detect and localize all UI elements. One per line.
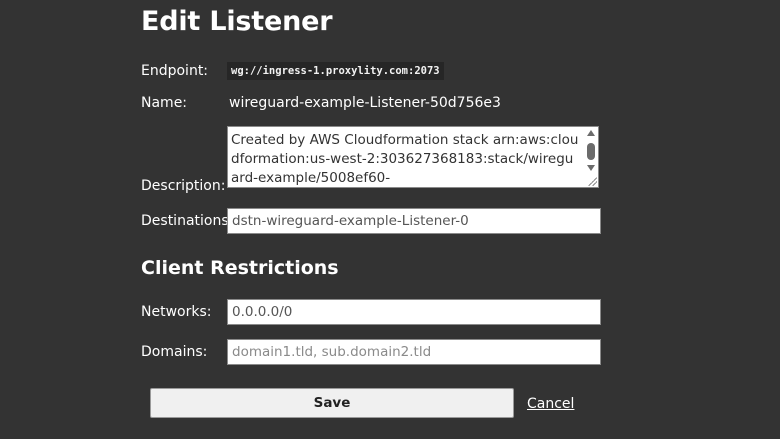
save-button[interactable]: Save <box>150 388 514 418</box>
client-restrictions-heading: Client Restrictions <box>141 257 339 279</box>
scroll-down-arrow-icon[interactable] <box>587 165 595 171</box>
networks-input[interactable] <box>227 299 601 325</box>
domains-input[interactable] <box>227 339 601 365</box>
scroll-up-arrow-icon[interactable] <box>587 130 595 136</box>
destinations-input[interactable] <box>227 208 601 234</box>
cancel-link[interactable]: Cancel <box>527 395 574 413</box>
page-title: Edit Listener <box>141 6 333 37</box>
edit-listener-page: Edit Listener Endpoint: wg://ingress-1.p… <box>0 0 780 439</box>
endpoint-label: Endpoint: <box>141 63 209 79</box>
name-value: wireguard-example-Listener-50d756e3 <box>229 95 501 111</box>
resize-handle-icon[interactable] <box>587 176 597 186</box>
name-label: Name: <box>141 95 188 111</box>
destinations-label: Destinations: <box>141 213 234 229</box>
description-text: Created by AWS Cloudformation stack arn:… <box>231 132 579 186</box>
description-textarea[interactable]: Created by AWS Cloudformation stack arn:… <box>227 126 599 188</box>
scroll-thumb[interactable] <box>587 143 595 160</box>
description-label: Description: <box>141 178 226 194</box>
endpoint-value: wg://ingress-1.proxylity.com:2073 <box>227 62 444 80</box>
networks-label: Networks: <box>141 304 212 320</box>
domains-label: Domains: <box>141 344 208 360</box>
